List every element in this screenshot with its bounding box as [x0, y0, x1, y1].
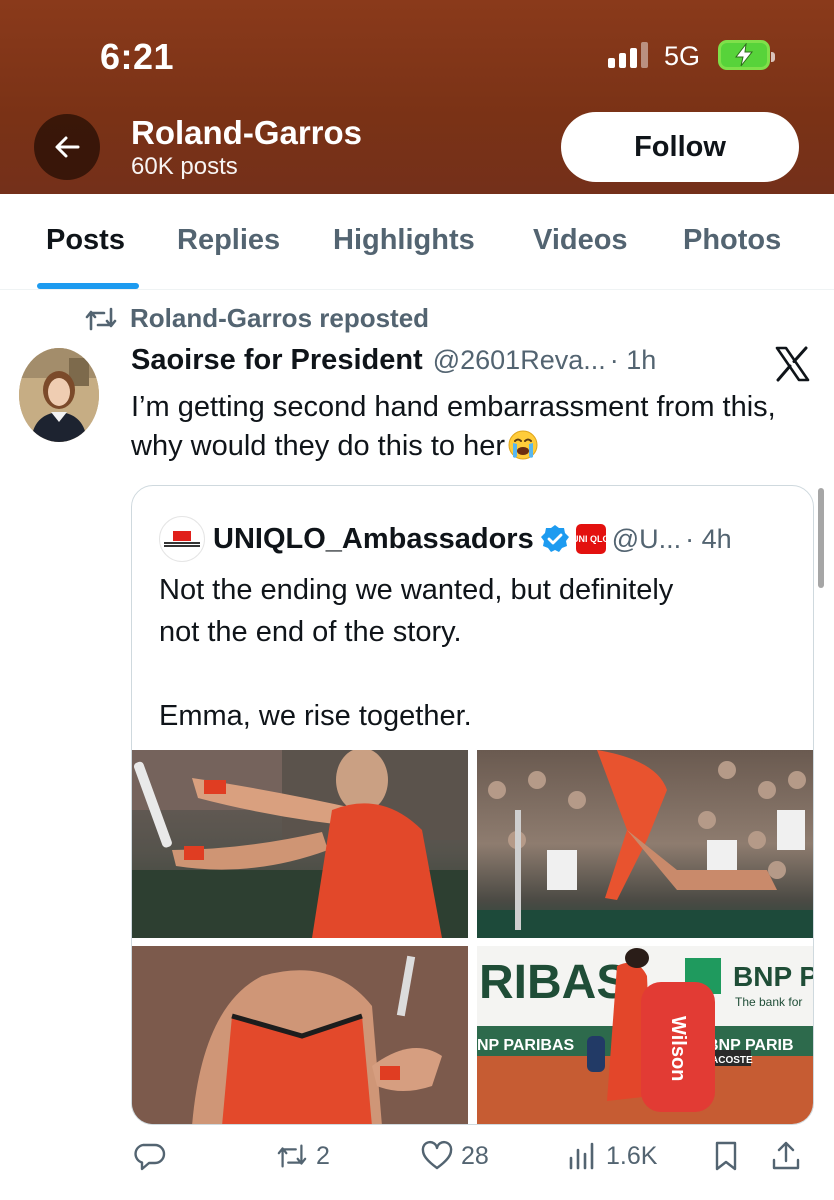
author-name[interactable]: Saoirse for President: [131, 344, 423, 377]
bag-wilson: Wilson: [667, 1016, 689, 1081]
avatar[interactable]: [19, 348, 99, 442]
like-button[interactable]: 28: [421, 1140, 489, 1172]
bookmark-icon: [715, 1141, 737, 1171]
verified-badge-icon: [540, 525, 569, 552]
quoted-post[interactable]: UNIQLO_Ambassadors UNI QLO @U... · 4h No…: [131, 485, 814, 1125]
repost-button[interactable]: 2: [276, 1140, 330, 1172]
bookmark-button[interactable]: [710, 1140, 742, 1172]
uniqlo-badge-text: UNI QLO: [571, 534, 610, 544]
photo-2[interactable]: [477, 750, 813, 938]
profile-name: Roland-Garros: [131, 114, 363, 151]
back-button[interactable]: [34, 114, 100, 180]
signage-np-paribas: NP PARIBAS: [477, 1037, 575, 1054]
repost-label: Roland-Garros reposted: [130, 303, 430, 333]
share-icon: [772, 1141, 800, 1170]
views-button[interactable]: 1.6K: [566, 1140, 657, 1172]
view-count: 1.6K: [606, 1141, 658, 1170]
crying-face-icon: [508, 430, 538, 460]
network-type: 5G: [664, 41, 701, 71]
quoted-author-name[interactable]: UNIQLO_Ambassadors: [213, 523, 534, 556]
profile-header: 6:21 5G Roland-Garros 60K posts Follow: [0, 0, 834, 194]
post-actions: 2 28 1.6K: [0, 1140, 834, 1186]
active-tab-indicator: [37, 283, 139, 289]
quoted-post-header: UNIQLO_Ambassadors UNI QLO @U... · 4h: [159, 516, 732, 562]
post-header: Saoirse for President @2601Reva... · 1h: [131, 344, 656, 377]
post-time[interactable]: · 1h: [610, 345, 657, 376]
share-button[interactable]: [770, 1140, 802, 1172]
reply-button[interactable]: [134, 1140, 166, 1172]
follow-button[interactable]: Follow: [561, 112, 799, 182]
quoted-author-handle[interactable]: @U...: [612, 524, 681, 555]
author-handle[interactable]: @2601Reva...: [433, 345, 606, 376]
photo-1[interactable]: [132, 750, 468, 938]
x-logo-icon: [775, 346, 810, 382]
like-count: 28: [461, 1141, 489, 1170]
arrow-left-icon: [55, 136, 80, 158]
quoted-avatar[interactable]: [159, 516, 205, 562]
photo-4[interactable]: RIBAS BNP P The bank for NP PARIBAS BNP …: [477, 946, 814, 1124]
media-grid: RIBAS BNP P The bank for NP PARIBAS BNP …: [132, 750, 814, 1124]
post-text: I’m getting second hand embarrassment fr…: [131, 388, 811, 466]
battery-charging-icon: [718, 40, 775, 70]
uniqlo-affiliate-badge: UNI QLO: [572, 524, 609, 554]
views-chart-icon: [569, 1142, 594, 1170]
signage-ribas: RIBAS: [479, 956, 628, 1009]
tab-videos[interactable]: Videos: [533, 224, 628, 257]
signage-bnp: BNP P: [733, 961, 814, 992]
repost-count: 2: [316, 1141, 330, 1170]
tab-photos[interactable]: Photos: [683, 224, 781, 257]
post-count: 60K posts: [131, 153, 238, 180]
signage-lacoste: ACOSTE: [711, 1055, 753, 1066]
tab-highlights[interactable]: Highlights: [333, 224, 475, 257]
reply-icon: [134, 1143, 166, 1171]
quoted-post-time: · 4h: [685, 523, 732, 554]
status-time: 6:21: [100, 36, 175, 77]
tab-replies[interactable]: Replies: [177, 224, 280, 257]
repost-icon: [85, 307, 117, 330]
photo-3[interactable]: [132, 946, 468, 1124]
profile-tabs: Posts Replies Highlights Videos Photos: [0, 194, 834, 290]
heart-icon: [421, 1140, 453, 1170]
post-text-content: I’m getting second hand embarrassment fr…: [131, 391, 776, 462]
scrollbar[interactable]: [818, 488, 824, 588]
repost-context[interactable]: Roland-Garros reposted: [84, 303, 429, 334]
quoted-post-text: Not the ending we wanted, but definitely…: [159, 574, 674, 732]
tab-posts[interactable]: Posts: [46, 224, 125, 257]
signal-icon: [608, 42, 648, 68]
signage-tagline: The bank for: [735, 995, 802, 1009]
repost-action-icon: [277, 1144, 307, 1168]
